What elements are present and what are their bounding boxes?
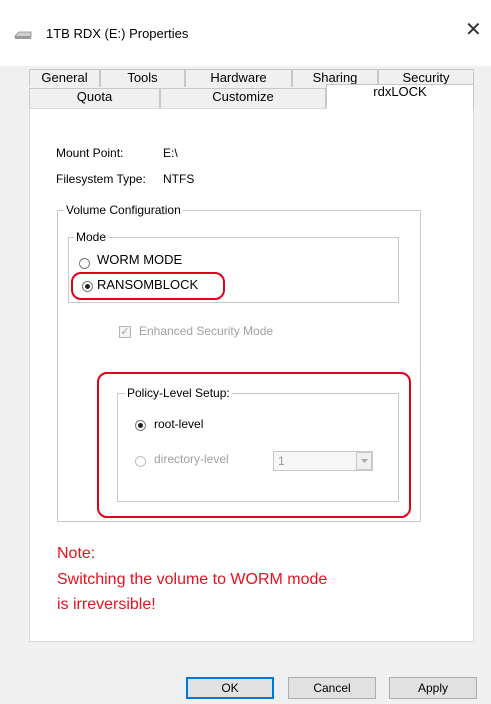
mount-point-value: E:\ [163,146,178,160]
root-level-radio[interactable] [135,420,146,431]
enhanced-security-checkbox[interactable]: ✓ [119,326,131,338]
ransomblock-label[interactable]: RANSOMBLOCK [97,277,198,292]
policy-level-legend: Policy-Level Setup: [125,386,232,400]
root-level-label[interactable]: root-level [154,417,203,431]
tab-quota[interactable]: Quota [29,88,160,108]
window-title: 1TB RDX (E:) Properties [46,26,189,41]
worm-mode-label[interactable]: WORM MODE [97,252,182,267]
active-tab-joint [327,107,473,110]
apply-button[interactable]: Apply [389,677,477,699]
filesystem-type-value: NTFS [163,172,195,186]
note-heading: Note: [57,545,96,562]
directory-level-value: 1 [278,454,285,468]
mount-point-label: Mount Point: [56,146,124,160]
directory-level-radio[interactable] [135,456,146,467]
title-bar: 1TB RDX (E:) Properties ✕ [0,0,491,66]
policy-level-group [117,393,399,502]
ok-button[interactable]: OK [186,677,274,699]
filesystem-type-label: Filesystem Type: [56,172,146,186]
tab-customize[interactable]: Customize [160,88,326,108]
worm-mode-radio[interactable] [79,258,90,269]
enhanced-security-label: Enhanced Security Mode [139,324,274,338]
ransomblock-radio[interactable] [82,281,93,292]
directory-level-select[interactable]: 1 [273,451,373,471]
note-line-1: Switching the volume to WORM mode [57,571,328,588]
directory-level-label: directory-level [154,452,229,466]
mode-legend: Mode [74,230,109,244]
cancel-button[interactable]: Cancel [288,677,376,699]
chevron-down-icon [361,459,368,463]
tab-tools[interactable]: Tools [100,69,185,87]
close-icon[interactable]: ✕ [465,20,482,40]
volume-configuration-legend: Volume Configuration [64,203,183,217]
tab-general[interactable]: General [29,69,100,87]
dropdown-button[interactable] [356,452,372,470]
tab-rdxlock[interactable]: rdxLOCK [326,84,474,109]
note-line-2: is irreversible! [57,596,156,613]
drive-icon [14,31,32,39]
tab-hardware[interactable]: Hardware [185,69,292,87]
